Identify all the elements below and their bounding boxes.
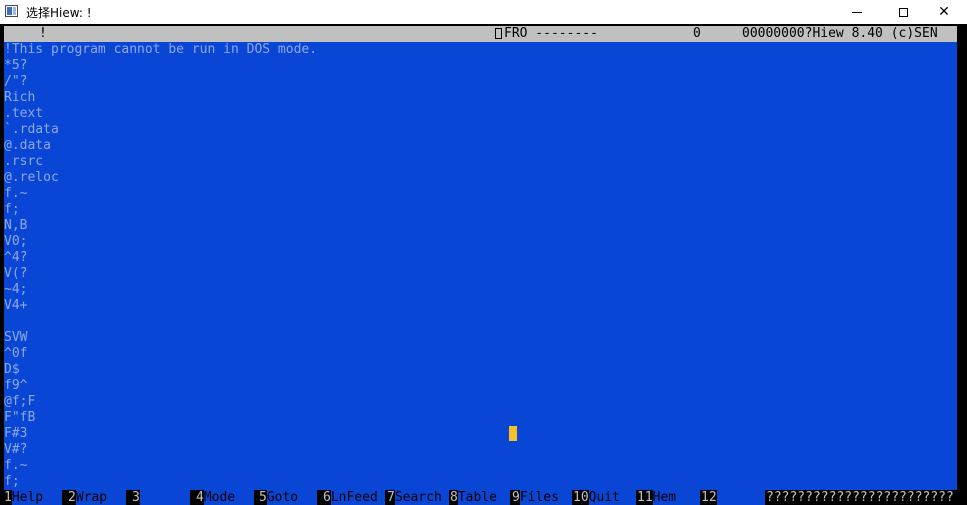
text-line: V(? <box>4 266 28 281</box>
status-address-info: 00000000?Hiew 8.40 (c)SEN <box>742 26 938 41</box>
text-view[interactable]: !This program cannot be run in DOS mode.… <box>4 42 957 490</box>
fkey-files[interactable]: 9Files <box>512 490 572 505</box>
text-line: f; <box>4 202 20 217</box>
status-marker: ! <box>39 26 47 41</box>
text-line: /"? <box>4 74 28 89</box>
text-line: F"fB <box>4 410 36 425</box>
status-mode: FRO -------- <box>504 26 598 41</box>
function-key-bar: 1Help 2Wrap 3 4Mode 5Goto 6LnFeed 7Searc… <box>4 490 957 505</box>
window-title: 选择Hiew: ! <box>26 6 92 20</box>
fkey-3[interactable]: 3 <box>132 490 190 505</box>
app-icon <box>5 5 18 17</box>
text-line: ~4; <box>4 282 28 297</box>
text-line: `.rdata <box>4 122 59 137</box>
text-line: f.~ <box>4 186 28 201</box>
status-bar: ! FRO -------- 0 00000000?Hiew 8.40 (c)S… <box>4 26 957 42</box>
text-line: @f;F <box>4 394 36 409</box>
maximize-icon <box>898 7 908 17</box>
text-line: V0; <box>4 234 28 249</box>
minimize-icon <box>852 11 862 13</box>
close-button[interactable]: ✕ <box>921 0 967 24</box>
text-line: .text <box>4 106 44 121</box>
text-cursor <box>509 426 517 441</box>
text-line: f9^ <box>4 378 28 393</box>
text-line: SVW <box>4 330 28 345</box>
fkey-12[interactable]: 12 <box>701 490 765 505</box>
fkey-hem[interactable]: 11Hem <box>637 490 700 505</box>
text-line: N,B <box>4 218 28 233</box>
file-mode-icon <box>495 28 502 39</box>
maximize-button[interactable] <box>880 0 926 24</box>
text-line: ^0f <box>4 346 28 361</box>
minimize-button[interactable] <box>834 0 880 24</box>
status-offset: 0 <box>693 26 701 41</box>
text-line: f.~ <box>4 458 28 473</box>
text-line: f; <box>4 474 20 489</box>
text-line: V#? <box>4 442 28 457</box>
text-line: .rsrc <box>4 154 44 169</box>
text-line: *5? <box>4 58 28 73</box>
text-lines: !This program cannot be run in DOS mode.… <box>4 42 317 490</box>
fkey-help[interactable]: 1Help <box>4 490 62 505</box>
fkey-goto[interactable]: 5Goto <box>259 490 317 505</box>
text-line: V4+ <box>4 298 28 313</box>
text-line: !This program cannot be run in DOS mode. <box>4 42 318 57</box>
fkey-search[interactable]: 7Search <box>387 490 449 505</box>
fkey-wrap[interactable]: 2Wrap <box>68 490 126 505</box>
text-line: Rich <box>4 90 36 105</box>
window-titlebar[interactable]: 选择Hiew: ! ✕ <box>0 0 967 24</box>
fkey-lnfeed[interactable]: 6LnFeed <box>323 490 385 505</box>
text-line: @.reloc <box>4 170 59 185</box>
fkey-bar-extra: ???????????????????????? <box>766 490 957 505</box>
text-line: D$ <box>4 362 20 377</box>
fkey-table[interactable]: 8Table <box>450 490 510 505</box>
text-line: ^4? <box>4 250 28 265</box>
fkey-quit[interactable]: 10Quit <box>573 490 636 505</box>
text-line: @.data <box>4 138 51 153</box>
fkey-mode[interactable]: 4Mode <box>196 490 254 505</box>
text-line <box>4 314 317 330</box>
text-line: F#3 <box>4 426 28 441</box>
